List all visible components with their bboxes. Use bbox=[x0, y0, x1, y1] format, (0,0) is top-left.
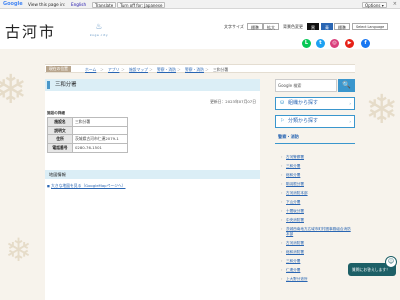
search-by-organization-button[interactable]: ⛁ 組織から探す › bbox=[275, 97, 355, 110]
bullet-icon: ■ bbox=[47, 184, 50, 188]
sidebar-link[interactable]: 下山分署 bbox=[281, 200, 353, 205]
chevron-right-icon: › bbox=[349, 119, 351, 124]
facility-info-table: 施設名 三和分署 説明文 住所 茨城県古河市仁連2079-1 電話番号 0280… bbox=[47, 117, 128, 153]
sidebar-link[interactable]: 三和分署 bbox=[281, 164, 353, 169]
table-header-cell: 説明文 bbox=[47, 125, 73, 136]
site-logo-subtitle: koga city bbox=[90, 33, 109, 37]
current-location-label: 現在の位置 bbox=[46, 66, 71, 72]
breadcrumb-app[interactable]: アプリ bbox=[108, 66, 119, 73]
main-content: 三和分署 更新日：2023年07月07日 施設の詳細 施設名 三和分署 説明文 … bbox=[45, 79, 260, 300]
search-by-organization-label: 組織から探す bbox=[288, 100, 319, 106]
line-icon[interactable]: L bbox=[302, 39, 311, 48]
google-translate-bar: Google View this page in: English Transl… bbox=[0, 0, 400, 9]
large-map-link[interactable]: 大きな地図を見る（GoogleMapページへ） bbox=[51, 183, 125, 189]
snowflake-decoration-right: ❄ bbox=[365, 87, 399, 133]
bg-standard-button[interactable]: 標準 bbox=[334, 23, 350, 30]
sidebar-link[interactable]: 仁連分署 bbox=[281, 268, 353, 273]
snowflake-decoration-left: ❄ bbox=[0, 67, 28, 113]
instagram-icon[interactable]: ◎ bbox=[330, 39, 339, 48]
table-header-cell: 電話番号 bbox=[47, 143, 73, 153]
sidebar-link[interactable]: 古河消防署 bbox=[281, 241, 353, 246]
city-emblem-icon: ♨ bbox=[95, 22, 103, 31]
font-size-label: 文字サイズ bbox=[224, 24, 244, 29]
sidebar-link[interactable]: 総和消防署 bbox=[281, 250, 353, 255]
bg-blue-button[interactable]: 青 bbox=[321, 23, 333, 30]
translate-prompt: View this page in: bbox=[28, 2, 66, 7]
table-cell: 三和分署 bbox=[72, 117, 128, 127]
font-large-button[interactable]: 拡大 bbox=[263, 23, 279, 30]
sidebar-link[interactable]: 十間坂分署 bbox=[281, 209, 353, 214]
sidebar-link[interactable]: 総和分署 bbox=[281, 173, 353, 178]
table-cell bbox=[72, 125, 128, 136]
breadcrumb-facility-map[interactable]: 施設マップ bbox=[129, 66, 148, 73]
select-language-dropdown[interactable]: Select Language bbox=[352, 23, 389, 30]
table-row: 施設名 三和分署 bbox=[47, 117, 128, 127]
table-row: 電話番号 0280-76-1501 bbox=[47, 143, 128, 153]
bg-color-label: 背景色変更 bbox=[283, 24, 303, 29]
translate-language-select[interactable]: English bbox=[71, 0, 86, 9]
search-by-category-label: 分類から探す bbox=[288, 118, 319, 124]
translate-options-button[interactable]: Options ▾ bbox=[362, 1, 387, 8]
close-icon[interactable]: × bbox=[393, 0, 397, 9]
table-cell: 茨城県古河市仁連2079-1 bbox=[72, 134, 128, 145]
twitter-icon[interactable]: t bbox=[316, 39, 325, 48]
sidebar-link[interactable]: 茨城西南地方広域市町村圏事務組合消防本部 bbox=[281, 227, 353, 236]
snowflake-decoration-bottom: ❄ bbox=[5, 231, 32, 269]
sidebar-link[interactable]: 中央消防署 bbox=[281, 218, 353, 223]
bg-black-button[interactable]: 黒 bbox=[307, 23, 319, 30]
site-logo-text[interactable]: 古河市 bbox=[5, 21, 56, 42]
breadcrumb-police-fire[interactable]: 警察・消防 bbox=[157, 66, 176, 73]
font-standard-button[interactable]: 標準 bbox=[247, 23, 263, 30]
facebook-icon[interactable]: f bbox=[361, 39, 370, 48]
breadcrumb: 現在の位置 ホーム ＞ アプリ ＞ 施設マップ ＞ 警察・消防 ＞ 警察・消防 … bbox=[45, 64, 355, 73]
facility-details-label: 施設の詳細 bbox=[47, 111, 65, 115]
updated-date: 更新日：2023年07月07日 bbox=[210, 99, 256, 104]
table-row: 説明文 bbox=[47, 125, 128, 136]
breadcrumb-police-fire-2[interactable]: 警察・消防 bbox=[185, 66, 204, 73]
sidebar-link[interactable]: 上大野分遣所 bbox=[281, 277, 353, 282]
chevron-right-icon: › bbox=[349, 101, 351, 106]
translate-button[interactable]: Translate bbox=[92, 1, 117, 8]
table-cell: 0280-76-1501 bbox=[72, 143, 128, 153]
map-info-heading: 地図情報 bbox=[45, 170, 260, 179]
category-icon: ⚐ bbox=[280, 118, 285, 124]
breadcrumb-home[interactable]: ホーム bbox=[85, 66, 96, 73]
search-icon: 🔍 bbox=[342, 81, 351, 89]
chatbot-avatar-icon[interactable]: ☺ bbox=[385, 256, 397, 268]
search-input[interactable]: Google 検索 bbox=[275, 79, 337, 92]
sidebar-link[interactable]: 古河消防本部 bbox=[281, 191, 353, 196]
turn-off-translate-button[interactable]: Turn off for: Japanese bbox=[117, 1, 166, 8]
youtube-icon[interactable]: ▶ bbox=[345, 39, 354, 48]
table-row: 住所 茨城県古河市仁連2079-1 bbox=[47, 134, 128, 145]
sidebar-link[interactable]: 古河警察署 bbox=[281, 155, 353, 160]
sidebar-link[interactable]: 三和分署 bbox=[281, 259, 353, 264]
page-title: 三和分署 bbox=[45, 79, 260, 91]
sidebar-divider bbox=[275, 143, 355, 144]
organization-icon: ⛁ bbox=[280, 100, 285, 106]
breadcrumb-current: 三和分署 bbox=[213, 67, 229, 72]
site-header: 古河市 ♨ koga city 文字サイズ 標準 拡大 背景色変更 黒 青 標準… bbox=[0, 9, 400, 49]
search-by-category-button[interactable]: ⚐ 分類から探す › bbox=[275, 115, 355, 128]
title-accent-bar bbox=[47, 81, 50, 89]
table-header-cell: 住所 bbox=[47, 134, 73, 145]
search-button[interactable]: 🔍 bbox=[338, 79, 355, 92]
table-header-cell: 施設名 bbox=[47, 117, 73, 127]
sidebar-link[interactable]: 駒羽根分署 bbox=[281, 182, 353, 187]
google-logo: Google bbox=[3, 1, 23, 7]
sidebar-heading: 警察・消防 bbox=[278, 134, 299, 139]
sidebar-link-list: 古河警察署 三和分署 総和分署 駒羽根分署 古河消防本部 下山分署 十間坂分署 … bbox=[281, 155, 353, 286]
